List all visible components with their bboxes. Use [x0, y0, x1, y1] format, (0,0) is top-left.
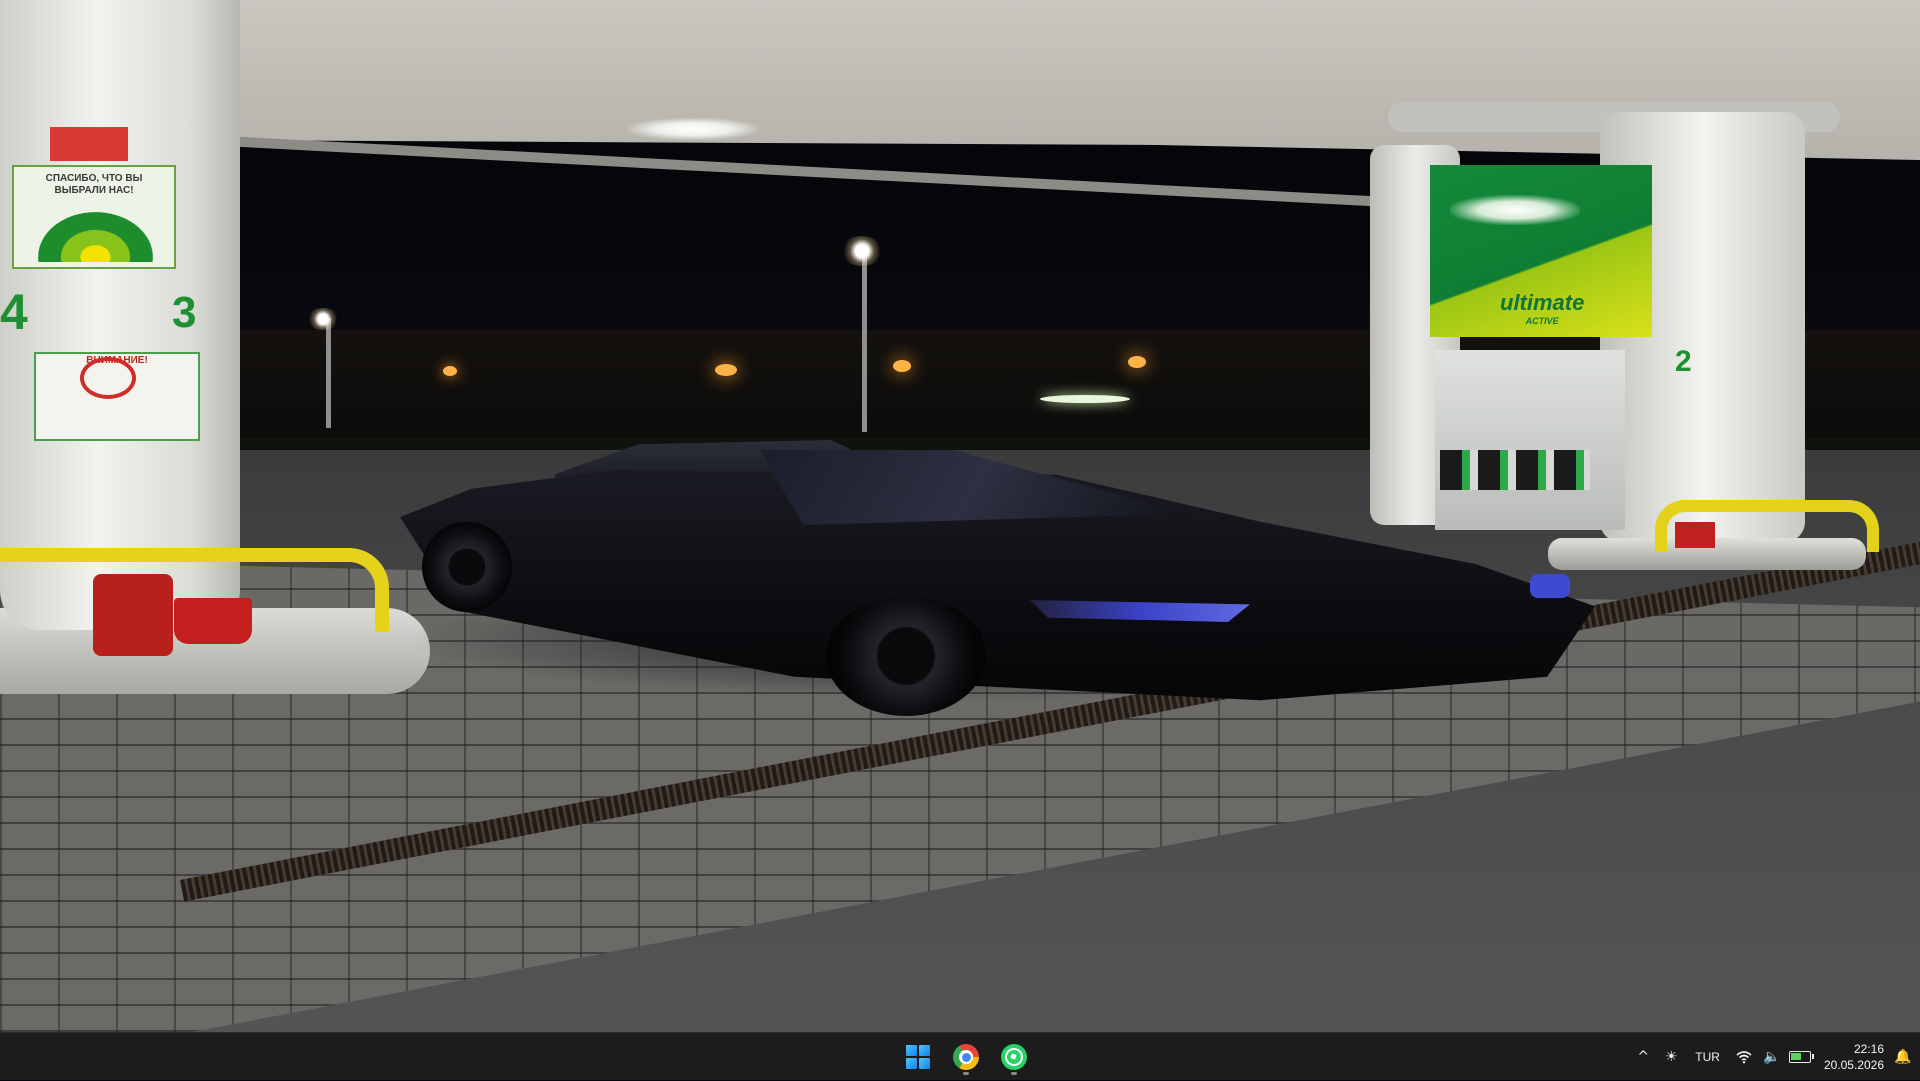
windows-logo-icon — [906, 1045, 930, 1069]
fire-bucket — [174, 598, 252, 644]
city-light — [893, 360, 911, 372]
fuel-dispenser — [1435, 350, 1625, 530]
pump-number-2: 2 — [1675, 345, 1692, 378]
city-light — [715, 364, 737, 376]
pillar-left — [0, 0, 240, 630]
taskbar-pinned-apps — [898, 1033, 1034, 1081]
start-button[interactable] — [898, 1037, 938, 1077]
pump-number-4: 4 — [0, 284, 28, 340]
clock[interactable]: 22:16 20.05.2026 — [1814, 1041, 1892, 1073]
clock-date: 20.05.2026 — [1823, 1058, 1884, 1072]
volume-icon[interactable]: 🔈 — [1758, 1041, 1786, 1073]
city-light — [443, 366, 457, 376]
fire-bucket-right — [1675, 522, 1715, 548]
city-light — [1040, 395, 1130, 403]
panel-sub: ACTIVE — [1525, 316, 1559, 326]
front-wheel — [826, 596, 986, 716]
fuel-nozzles — [1440, 450, 1590, 490]
chevron-up-icon[interactable]: ^ — [1629, 1041, 1657, 1073]
bp-logo-icon — [38, 212, 153, 262]
canopy-lamp — [628, 118, 758, 140]
whatsapp-taskbar-button[interactable] — [994, 1037, 1034, 1077]
street-lamp-glow — [840, 236, 884, 266]
whatsapp-icon — [1001, 1044, 1027, 1070]
desktop-wallpaper: СПАСИБО, ЧТО ВЫ ВЫБРАЛИ НАС! ВНИМАНИЕ! 4… — [0, 0, 1920, 1032]
battery-icon[interactable] — [1786, 1041, 1814, 1073]
pump-number-3: 3 — [172, 288, 197, 337]
chrome-icon — [953, 1044, 979, 1070]
city-light — [1128, 356, 1146, 368]
street-lamp-pole — [862, 252, 867, 432]
no-phone-icon — [80, 357, 136, 399]
language-indicator[interactable]: TUR — [1685, 1050, 1730, 1064]
fire-extinguisher — [93, 574, 173, 656]
system-tray: ^ ☀ TUR 🔈 22:16 20.05.2026 🔔 — [1629, 1033, 1920, 1081]
wifi-icon[interactable] — [1730, 1041, 1758, 1073]
chrome-taskbar-button[interactable] — [946, 1037, 986, 1077]
panel-brand: ultimate — [1500, 290, 1585, 315]
rear-wheel — [422, 522, 512, 612]
panel-reflection — [1450, 195, 1580, 225]
panel-brand-text: ultimate ACTIVE — [1500, 290, 1584, 326]
street-lamp-glow — [306, 308, 340, 330]
street-lamp-pole — [326, 318, 331, 428]
notification-bell-icon[interactable]: 🔔 — [1892, 1041, 1914, 1073]
extinguisher-sign — [50, 127, 128, 161]
brightness-icon[interactable]: ☀ — [1657, 1041, 1685, 1073]
thanks-sticker-text: СПАСИБО, ЧТО ВЫ ВЫБРАЛИ НАС! — [45, 173, 143, 196]
clock-time: 22:16 — [1853, 1042, 1884, 1056]
car-headlight-right — [1530, 574, 1570, 598]
taskbar: ^ ☀ TUR 🔈 22:16 20.05.2026 🔔 — [0, 1032, 1920, 1080]
